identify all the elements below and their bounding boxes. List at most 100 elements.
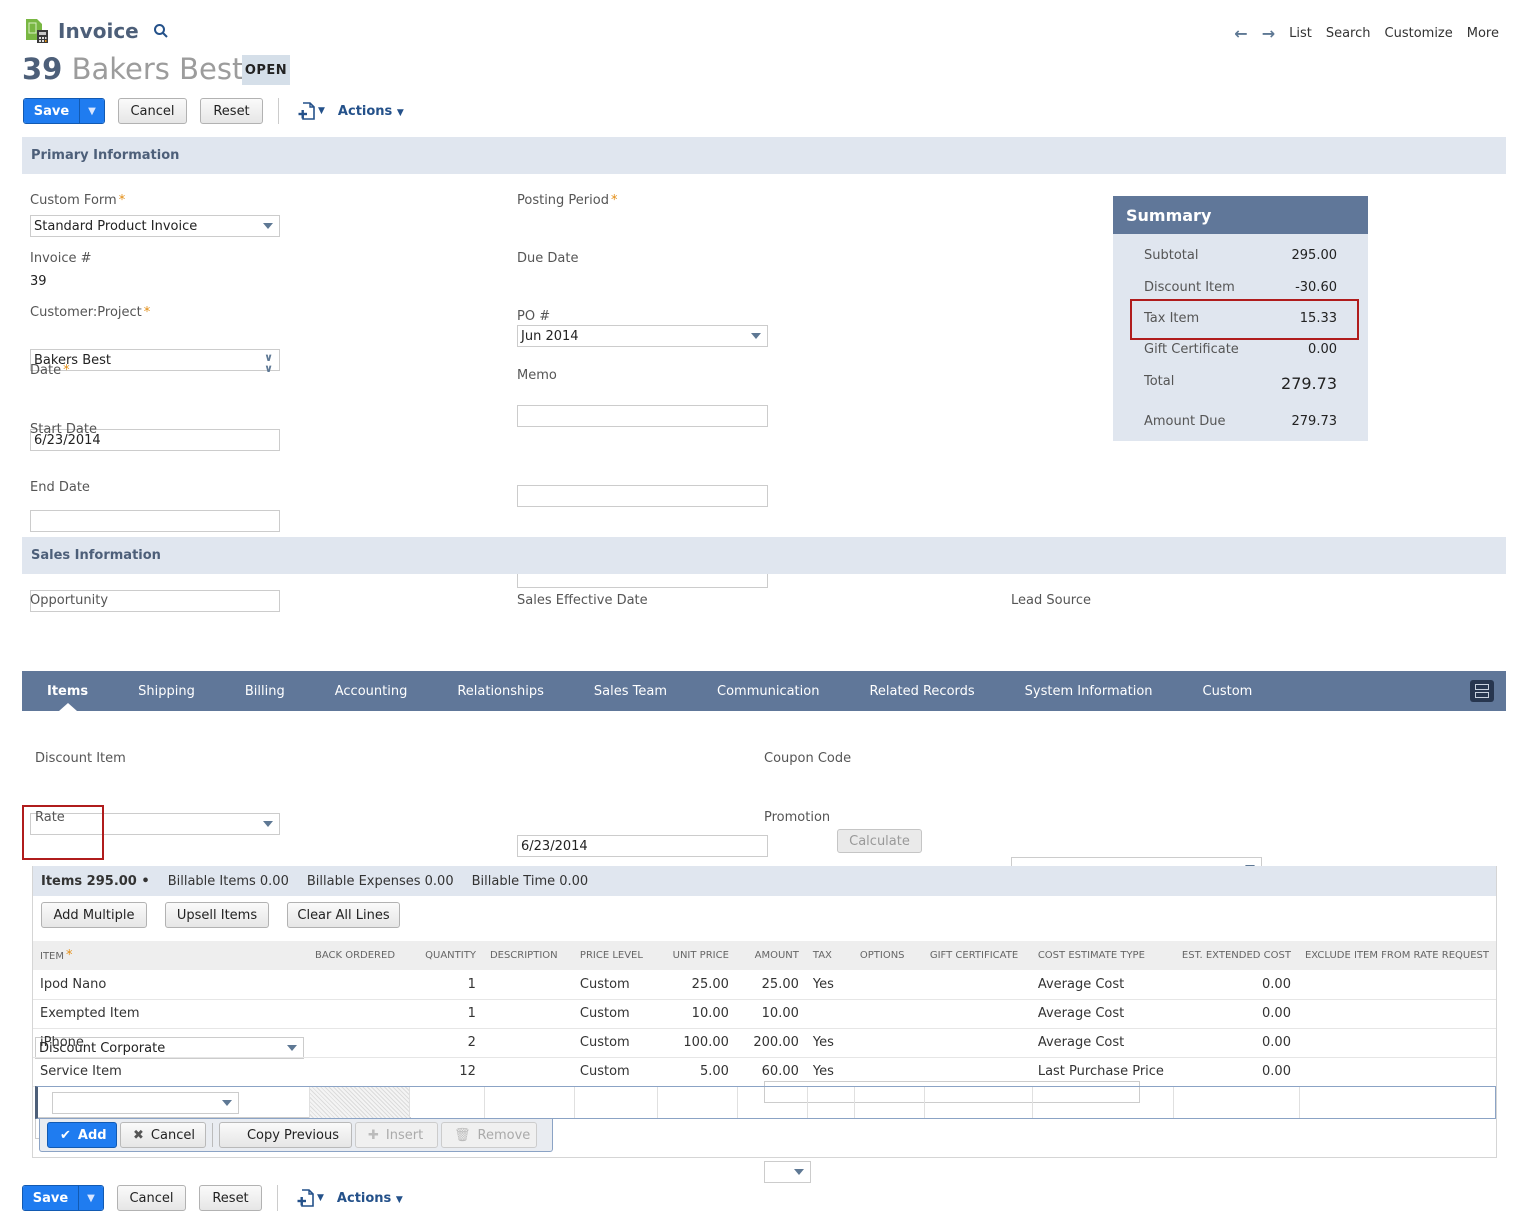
cell-tax[interactable]: Yes — [805, 1028, 853, 1058]
new-document-menu[interactable]: ▼ — [297, 1189, 324, 1207]
cell-exclude-item-from-rate-request[interactable] — [1297, 999, 1496, 1029]
cell-exclude-item-from-rate-request[interactable] — [1297, 1057, 1496, 1087]
options-cell[interactable] — [855, 1087, 925, 1118]
cell-tax[interactable]: Yes — [805, 970, 853, 1000]
est-extended-cost-cell[interactable] — [1174, 1087, 1300, 1118]
col-quantity[interactable]: Quantity — [407, 941, 483, 970]
cell-back-ordered[interactable] — [307, 1057, 408, 1087]
col-exclude-item-from-rate-request[interactable]: Exclude Item From Rate Request — [1297, 941, 1496, 970]
actions-menu[interactable]: Actions ▼ — [337, 1191, 403, 1206]
cell-options[interactable] — [852, 1028, 923, 1058]
cell-cost-estimate-type[interactable]: Last Purchase Price — [1030, 1057, 1172, 1087]
cell-description[interactable] — [482, 970, 573, 1000]
calculate-button[interactable]: Calculate — [837, 829, 922, 853]
upsell-items-button[interactable]: Upsell Items — [165, 902, 269, 928]
cell-price-level[interactable]: Custom — [572, 1057, 656, 1087]
cell-est-extended-cost[interactable]: 0.00 — [1171, 1057, 1298, 1087]
custom-form-select[interactable]: Standard Product Invoice — [30, 215, 280, 237]
cell-description[interactable] — [482, 1028, 573, 1058]
cell-amount[interactable]: 25.00 — [735, 970, 806, 1000]
gift-certificate-cell[interactable] — [925, 1087, 1033, 1118]
table-row[interactable]: Ipod Nano 1 Custom 25.00 25.00 Yes Average Cos… — [33, 970, 1496, 1000]
cell-price-level[interactable]: Custom — [572, 999, 656, 1029]
cell-quantity[interactable]: 12 — [407, 1057, 483, 1087]
col-cost-estimate-type[interactable]: Cost Estimate Type — [1030, 941, 1172, 970]
col-price-level[interactable]: Price Level — [572, 941, 656, 970]
quantity-cell[interactable] — [410, 1087, 485, 1118]
tax-cell[interactable] — [808, 1087, 855, 1118]
sales-effective-date-input[interactable]: 6/23/2014 — [517, 835, 768, 857]
cell-back-ordered[interactable] — [307, 970, 408, 1000]
sales-information-header[interactable]: Sales Information — [22, 537, 1506, 574]
cell-tax[interactable]: Yes — [805, 1057, 853, 1087]
cell-price-level[interactable]: Custom — [572, 1028, 656, 1058]
cell-back-ordered[interactable] — [307, 1028, 408, 1058]
add-line-button[interactable]: ✔ Add — [47, 1122, 117, 1148]
sublist-tab-items[interactable]: Items 295.00 • — [41, 874, 150, 889]
table-row[interactable]: Service Item 12 Custom 5.00 60.00 Yes Last Pur… — [33, 1057, 1496, 1087]
customize-link[interactable]: Customize — [1385, 26, 1453, 41]
cell-amount[interactable]: 10.00 — [735, 999, 806, 1029]
col-description[interactable]: Description — [482, 941, 573, 970]
start-date-input[interactable] — [30, 510, 280, 532]
col-back-ordered[interactable]: Back Ordered — [307, 941, 408, 970]
cell-amount[interactable]: 200.00 — [735, 1028, 806, 1058]
primary-information-header[interactable]: Primary Information — [22, 137, 1506, 174]
cell-item[interactable]: Ipod Nano — [33, 970, 308, 1000]
cell-quantity[interactable]: 1 — [407, 999, 483, 1029]
table-row[interactable]: iPhone 2 Custom 100.00 200.00 Yes Average Cost… — [33, 1028, 1496, 1058]
cell-cost-estimate-type[interactable]: Average Cost — [1030, 1028, 1172, 1058]
tab-relationships[interactable]: Relationships — [432, 671, 569, 711]
promotion-select[interactable] — [764, 1161, 811, 1183]
search-link[interactable]: Search — [1326, 26, 1371, 41]
sublist-tab-billable-items[interactable]: Billable Items 0.00 — [168, 874, 289, 889]
reset-button[interactable]: Reset — [199, 1185, 262, 1211]
cell-item[interactable]: Exempted Item — [33, 999, 308, 1029]
col-item[interactable]: Item * — [33, 941, 308, 970]
cancel-line-button[interactable]: ✖ Cancel — [120, 1122, 206, 1148]
sublist-tab-billable-time[interactable]: Billable Time 0.00 — [472, 874, 589, 889]
cell-exclude-item-from-rate-request[interactable] — [1297, 970, 1496, 1000]
col-tax[interactable]: Tax — [805, 941, 853, 970]
remove-line-button[interactable]: 🗑 Remove — [441, 1122, 537, 1148]
tab-sales-team[interactable]: Sales Team — [569, 671, 692, 711]
copy-previous-button[interactable]: Copy Previous — [219, 1122, 352, 1148]
new-item-select[interactable] — [52, 1092, 239, 1114]
insert-line-button[interactable]: ✚ Insert — [355, 1122, 438, 1148]
cell-description[interactable] — [482, 999, 573, 1029]
actions-menu[interactable]: Actions ▼ — [338, 104, 404, 119]
cell-unit-price[interactable]: 10.00 — [655, 999, 736, 1029]
cell-est-extended-cost[interactable]: 0.00 — [1171, 999, 1298, 1029]
exclude-item-cell[interactable] — [1300, 1087, 1495, 1118]
cell-est-extended-cost[interactable]: 0.00 — [1171, 970, 1298, 1000]
cell-cost-estimate-type[interactable]: Average Cost — [1030, 999, 1172, 1029]
description-cell[interactable] — [485, 1087, 575, 1118]
po-number-input[interactable] — [517, 485, 768, 507]
cell-back-ordered[interactable] — [307, 999, 408, 1029]
arrow-left-icon[interactable]: ← — [1234, 24, 1247, 43]
save-options-dropdown[interactable]: ▼ — [80, 99, 104, 123]
cell-cost-estimate-type[interactable]: Average Cost — [1030, 970, 1172, 1000]
col-est-extended-cost[interactable]: Est. Extended Cost — [1171, 941, 1298, 970]
cost-estimate-type-cell[interactable] — [1033, 1087, 1174, 1118]
cell-est-extended-cost[interactable]: 0.00 — [1171, 1028, 1298, 1058]
amount-cell[interactable] — [738, 1087, 808, 1118]
cell-item[interactable]: iPhone — [33, 1028, 308, 1058]
cell-unit-price[interactable]: 5.00 — [655, 1057, 736, 1087]
tab-communication[interactable]: Communication — [692, 671, 844, 711]
cell-item[interactable]: Service Item — [33, 1057, 308, 1087]
cell-price-level[interactable]: Custom — [572, 970, 656, 1000]
more-link[interactable]: More — [1467, 26, 1499, 41]
sublist-tab-billable-expenses[interactable]: Billable Expenses 0.00 — [307, 874, 454, 889]
cancel-button[interactable]: Cancel — [118, 98, 187, 124]
tab-related-records[interactable]: Related Records — [844, 671, 999, 711]
cell-gift-certificate[interactable] — [922, 1028, 1031, 1058]
col-amount[interactable]: Amount — [735, 941, 806, 970]
price-level-cell[interactable] — [575, 1087, 658, 1118]
tab-billing[interactable]: Billing — [220, 671, 310, 711]
unit-price-cell[interactable] — [658, 1087, 738, 1118]
cell-description[interactable] — [482, 1057, 573, 1087]
search-icon[interactable] — [153, 23, 169, 39]
cell-gift-certificate[interactable] — [922, 1057, 1031, 1087]
save-button[interactable]: Save — [23, 1186, 79, 1210]
